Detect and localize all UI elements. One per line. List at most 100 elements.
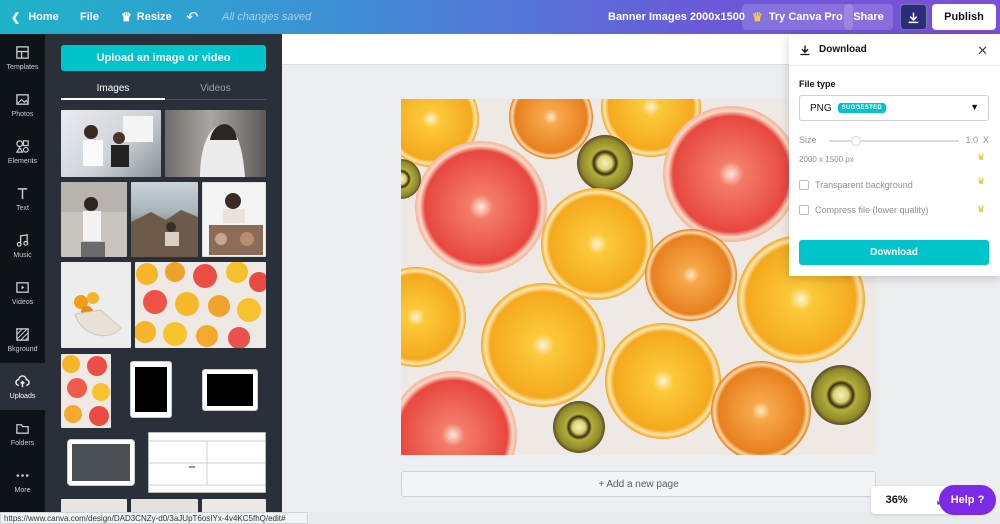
nav-label: Photos: [11, 110, 34, 118]
try-pro-button[interactable]: ♛ Try Canva Pro: [742, 4, 853, 30]
uploaded-image-thumbnail[interactable]: [131, 182, 198, 257]
nav-label: Text: [16, 204, 29, 212]
suggested-badge: SUGGESTED: [837, 103, 887, 113]
file-type-value: PNG: [810, 102, 832, 114]
home-button[interactable]: ❮ Home: [11, 0, 59, 34]
women-photo-thumbnail: [83, 116, 153, 167]
compress-file-checkbox[interactable]: [799, 205, 809, 215]
tablet-screen: [72, 444, 130, 481]
size-slider-row: Size 1.0 X: [799, 135, 989, 147]
tablet-screen: [207, 374, 253, 406]
size-label: Size: [799, 135, 817, 145]
uploaded-image-thumbnail[interactable]: [61, 110, 161, 177]
download-button[interactable]: Download: [799, 240, 989, 265]
nav-item-photos[interactable]: Photos: [0, 81, 45, 128]
file-menu-button[interactable]: File: [80, 0, 99, 34]
upload-media-button[interactable]: Upload an image or video: [61, 45, 266, 71]
folders-icon: [16, 423, 29, 434]
uploads-icon: [15, 374, 30, 387]
left-nav: Templates Photos Elements Text Music Vid…: [0, 34, 45, 512]
seaside-photo-thumbnail: [131, 210, 198, 257]
save-status: All changes saved: [222, 11, 312, 23]
uploaded-image-thumbnail[interactable]: [148, 432, 266, 493]
download-icon: [800, 45, 810, 55]
uploaded-image-thumbnail[interactable]: [61, 182, 127, 257]
oranges-bag-thumbnail: [74, 292, 122, 337]
resize-label: Resize: [136, 11, 172, 23]
transparent-background-option[interactable]: Transparent background: [799, 180, 913, 190]
uploaded-image-thumbnail[interactable]: [202, 499, 266, 512]
uploaded-image-thumbnail[interactable]: [202, 182, 266, 257]
compress-file-option[interactable]: Compress file (lower quality): [799, 205, 929, 215]
uploaded-image-thumbnail[interactable]: [165, 110, 266, 177]
undo-icon[interactable]: ↶: [186, 0, 199, 34]
chevron-down-icon: ▼: [970, 102, 979, 112]
chevron-left-icon: ❮: [11, 11, 21, 24]
download-icon: [908, 12, 919, 23]
citrus-slices-thumbnail: [135, 262, 266, 348]
nav-label: Music: [13, 251, 32, 259]
document-title[interactable]: Banner Images 2000x1500: [608, 0, 745, 34]
nav-item-folders[interactable]: Folders: [0, 410, 45, 457]
size-unit: X: [982, 135, 989, 145]
file-type-select[interactable]: PNG SUGGESTED ▼: [799, 95, 989, 121]
uploaded-image-thumbnail[interactable]: [61, 499, 127, 512]
download-panel-header: Download: [789, 34, 1000, 66]
camera-woman-thumbnail: [61, 182, 127, 257]
nav-item-background[interactable]: Bkground: [0, 316, 45, 363]
download-toggle-button[interactable]: [900, 4, 927, 30]
nav-label: Videos: [11, 298, 34, 306]
uploaded-image-thumbnail[interactable]: [61, 354, 111, 428]
nav-item-templates[interactable]: Templates: [0, 34, 45, 81]
crown-icon: ♛: [977, 204, 986, 214]
elements-icon: [15, 139, 29, 153]
nav-item-music[interactable]: Music: [0, 222, 45, 269]
url-status-bar: https://www.canva.com/design/DAD3CNZy-d0…: [0, 512, 308, 524]
nav-item-uploads[interactable]: Uploads: [0, 363, 45, 410]
uploaded-image-thumbnail[interactable]: [130, 361, 172, 418]
share-button[interactable]: Share: [844, 4, 893, 30]
download-panel: Download ✕ File type PNG SUGGESTED ▼ Siz…: [789, 34, 1000, 276]
crown-icon: ♛: [977, 152, 986, 162]
videos-icon: [16, 281, 29, 293]
nav-label: Bkground: [7, 345, 38, 353]
help-button[interactable]: Help ?: [939, 485, 996, 515]
nav-label: More: [14, 486, 31, 494]
resize-button[interactable]: ♛ Resize: [121, 0, 172, 34]
crown-icon: ♛: [752, 10, 763, 24]
nav-label: Folders: [10, 439, 35, 447]
portrait-photo-thumbnail: [200, 124, 245, 177]
tab-images[interactable]: Images: [61, 78, 165, 100]
top-bar: ❮ Home File ♛ Resize ↶ All changes saved…: [0, 0, 1000, 34]
transparent-background-label: Transparent background: [815, 180, 913, 190]
nav-label: Uploads: [9, 392, 36, 400]
close-icon[interactable]: ✕: [977, 43, 988, 59]
uploaded-image-thumbnail[interactable]: [202, 369, 258, 411]
tab-videos[interactable]: Videos: [165, 78, 266, 100]
uploaded-image-thumbnail[interactable]: [131, 499, 198, 512]
dimensions-text: 2000 x 1500 px: [799, 155, 854, 164]
size-slider[interactable]: [829, 136, 959, 146]
nav-item-videos[interactable]: Videos: [0, 269, 45, 316]
home-label: Home: [28, 11, 59, 23]
templates-icon: [16, 45, 29, 59]
nav-label: Elements: [7, 157, 38, 165]
crown-icon: ♛: [121, 10, 132, 24]
size-slider-handle[interactable]: [851, 136, 861, 146]
collage-photo-thumbnail: [209, 193, 263, 255]
size-number: 1.0: [965, 135, 978, 145]
crown-icon: ♛: [977, 176, 986, 186]
uploads-panel: Upload an image or video Images Videos: [45, 34, 282, 512]
add-page-button[interactable]: + Add a new page: [401, 471, 876, 497]
nav-item-text[interactable]: Text: [0, 175, 45, 222]
nav-item-elements[interactable]: Elements: [0, 128, 45, 175]
nav-label: Templates: [6, 63, 39, 71]
uploaded-image-thumbnail[interactable]: [135, 262, 266, 348]
nav-item-more[interactable]: More: [0, 457, 45, 504]
uploaded-image-thumbnail[interactable]: [61, 262, 131, 348]
uploaded-image-thumbnail[interactable]: [67, 439, 135, 486]
transparent-background-checkbox[interactable]: [799, 180, 809, 190]
try-pro-label: Try Canva Pro: [768, 11, 843, 23]
publish-button[interactable]: Publish: [932, 4, 996, 30]
music-icon: [16, 233, 29, 247]
